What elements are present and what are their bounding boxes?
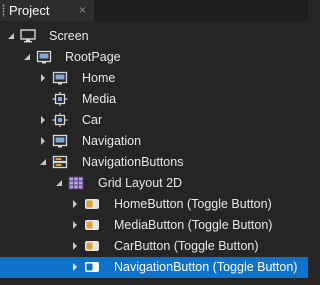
- tree-item-label: Media: [82, 92, 117, 106]
- collapsed-arrow-icon[interactable]: [71, 242, 79, 250]
- tree-item-label: RootPage: [65, 50, 121, 64]
- tree-item-media[interactable]: Media: [0, 89, 308, 110]
- tree-item-screen[interactable]: Screen: [0, 26, 308, 47]
- tree-item-label: NavigationButtons: [82, 155, 184, 169]
- collapsed-arrow-icon[interactable]: [39, 116, 47, 124]
- tree-item-label: Car: [82, 113, 103, 127]
- node-icon: [52, 92, 68, 106]
- drag-grip-icon[interactable]: [2, 4, 5, 17]
- tree-item-label: HomeButton (Toggle Button): [114, 197, 272, 211]
- tree-item-mediabutton[interactable]: MediaButton (Toggle Button): [0, 215, 308, 236]
- tree-item-navigation[interactable]: Navigation: [0, 131, 308, 152]
- tree-item-carbutton[interactable]: CarButton (Toggle Button): [0, 236, 308, 257]
- tree-item-label: NavigationButton (Toggle Button): [114, 260, 298, 274]
- tree-item-label: MediaButton (Toggle Button): [114, 218, 273, 232]
- collapsed-arrow-icon[interactable]: [39, 137, 47, 145]
- tree-item-rootpage[interactable]: RootPage: [0, 47, 308, 68]
- toggle-button-icon: [84, 218, 100, 232]
- expanded-arrow-icon[interactable]: [7, 32, 15, 40]
- screen-icon: [20, 29, 36, 43]
- tree-item-label: Navigation: [82, 134, 142, 148]
- collapsed-arrow-icon[interactable]: [71, 200, 79, 208]
- toggle-button-icon: [84, 260, 100, 274]
- tree-item-navigationbuttons[interactable]: NavigationButtons: [0, 152, 308, 173]
- tree-item-label: Home: [82, 71, 116, 85]
- project-tree: Screen RootPage Home Media Car Navigatio…: [0, 21, 308, 285]
- collapsed-arrow-icon[interactable]: [39, 74, 47, 82]
- tree-item-car[interactable]: Car: [0, 110, 308, 131]
- tab-project-label: Project: [9, 3, 50, 18]
- close-icon[interactable]: ×: [79, 3, 90, 17]
- panel-tab-bar: Project ×: [0, 0, 308, 21]
- tree-item-homebutton[interactable]: HomeButton (Toggle Button): [0, 194, 308, 215]
- expanded-arrow-icon[interactable]: [55, 179, 63, 187]
- toggle-button-icon: [84, 197, 100, 211]
- page-icon: [52, 134, 68, 148]
- tree-item-home[interactable]: Home: [0, 68, 308, 89]
- page-icon: [36, 50, 52, 64]
- tree-item-grid-layout[interactable]: Grid Layout 2D: [0, 173, 308, 194]
- tree-item-label: Grid Layout 2D: [98, 176, 183, 190]
- collapsed-arrow-icon[interactable]: [71, 263, 79, 271]
- tree-item-label: Screen: [49, 29, 89, 43]
- tab-project[interactable]: Project ×: [0, 0, 95, 21]
- node-icon: [52, 113, 68, 127]
- tree-item-label: CarButton (Toggle Button): [114, 239, 259, 253]
- collapsed-arrow-icon[interactable]: [71, 221, 79, 229]
- grid-layout-icon: [68, 176, 84, 190]
- component-icon: [52, 155, 68, 169]
- page-icon: [52, 71, 68, 85]
- expanded-arrow-icon[interactable]: [23, 53, 31, 61]
- tree-item-navigationbutton[interactable]: NavigationButton (Toggle Button): [0, 257, 308, 278]
- expanded-arrow-icon[interactable]: [39, 158, 47, 166]
- toggle-button-icon: [84, 239, 100, 253]
